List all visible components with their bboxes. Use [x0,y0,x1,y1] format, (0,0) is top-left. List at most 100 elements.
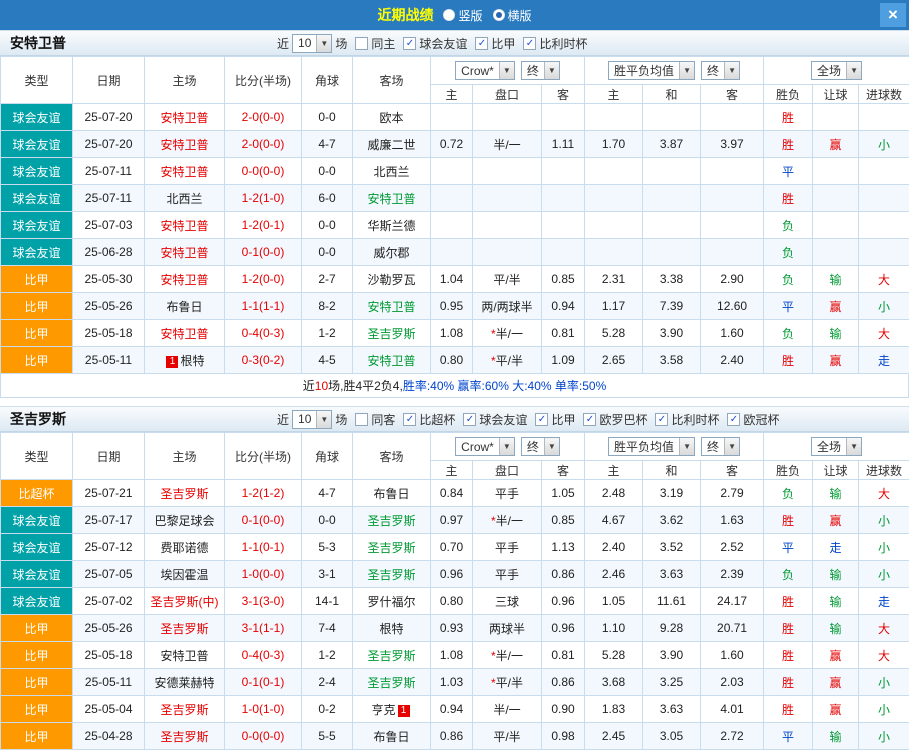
competition-filter[interactable]: ✓比超杯 [403,411,455,428]
odds-stage-dropdown[interactable]: 终▼ [521,61,560,80]
corners-cell: 0-0 [302,239,353,266]
team-name-text: 安特卫普 [160,111,208,125]
checkbox-icon[interactable]: ✓ [583,413,596,426]
checkbox-icon[interactable]: ✓ [523,37,536,50]
table-head: 类型日期主场比分(半场)角球客场Crow*▼终▼胜平负均值▼终▼全场▼主盘口客主… [1,433,909,480]
corners-cell: 0-0 [302,507,353,534]
score-cell: 1-0(0-0) [225,561,302,588]
recent-count-dropdown[interactable]: 10▼ [292,34,332,53]
team-name-text: 布鲁日 [373,487,409,501]
handicap-result-cell: 输 [813,723,859,750]
score-cell: 1-1(0-1) [225,534,302,561]
competition-filter[interactable]: ✓比利时杯 [523,35,587,52]
avg-dropdown[interactable]: 胜平负均值▼ [608,61,695,80]
home-team-cell: 安特卫普 [145,131,225,158]
checkbox-icon[interactable]: ✓ [655,413,668,426]
odds-stage-dropdown-value: 终 [522,438,544,455]
competition-filter[interactable]: ✓球会友谊 [463,411,527,428]
view-option-unselected[interactable]: 竖版 [433,7,482,24]
filter-label: 比超杯 [419,411,455,428]
column-header: 主 [431,461,473,480]
home-team-cell: 圣吉罗斯(中) [145,588,225,615]
section-header: 圣吉罗斯 近10▼场同客✓比超杯✓球会友谊✓比甲✓欧罗巴杯✓比利时杯✓欧冠杯 [0,406,909,432]
team-name-text: 安特卫普 [160,246,208,260]
odds-home-cell: 0.80 [431,347,473,374]
date-cell: 25-05-11 [73,347,145,374]
date-cell: 25-05-26 [73,615,145,642]
column-header: 客 [701,461,764,480]
result-cell: 胜 [764,669,813,696]
column-header: 盘口 [473,85,542,104]
avg-home-cell: 2.46 [585,561,643,588]
avg-stage-dropdown[interactable]: 终▼ [701,61,740,80]
result-cell: 负 [764,212,813,239]
home-team-cell: 埃因霍温 [145,561,225,588]
checkbox-icon[interactable]: ✓ [403,413,416,426]
column-header: 主 [585,461,643,480]
bookmaker-dropdown-value: Crow* [456,62,499,79]
column-header: 胜负 [764,461,813,480]
column-header: 角球 [302,57,353,104]
date-cell: 25-07-03 [73,212,145,239]
chevron-down-icon: ▼ [846,62,861,79]
line-text: 半/一 [496,514,523,528]
handicap-result-cell: 走 [813,534,859,561]
away-team-cell: 圣吉罗斯 [353,534,431,561]
view-option-selected[interactable]: 横版 [483,7,532,24]
corners-cell: 0-2 [302,696,353,723]
away-team-cell: 北西兰 [353,158,431,185]
checkbox-icon[interactable]: ✓ [535,413,548,426]
filter-label: 同主 [371,35,395,52]
odds-line-cell: 平/半 [473,723,542,750]
odds-line-cell: 半/一 [473,131,542,158]
competition-filter[interactable]: ✓比利时杯 [655,411,719,428]
dialog-titlebar: 近期战绩 竖版横版 × [0,0,909,30]
close-button[interactable]: × [880,3,906,27]
competition-filter[interactable]: ✓比甲 [475,35,515,52]
match-row: 球会友谊25-07-02圣吉罗斯(中)3-1(3-0)14-1罗什福尔0.80三… [1,588,909,615]
odds-away-cell [542,239,585,266]
competition-filter[interactable]: ✓欧冠杯 [727,411,779,428]
bookmaker-dropdown[interactable]: Crow*▼ [455,61,515,80]
avg-home-cell [585,158,643,185]
competition-filter[interactable]: ✓比甲 [535,411,575,428]
goals-result-cell: 大 [859,320,909,347]
type-cell: 比甲 [1,293,73,320]
score-cell: 0-1(0-0) [225,507,302,534]
recent-count-dropdown[interactable]: 10▼ [292,410,332,429]
odds-stage-dropdown[interactable]: 终▼ [521,437,560,456]
match-row: 球会友谊25-07-05埃因霍温1-0(0-0)3-1圣吉罗斯0.96平手0.8… [1,561,909,588]
home-team-cell: 安特卫普 [145,239,225,266]
home-team-cell: 圣吉罗斯 [145,696,225,723]
date-cell: 25-05-18 [73,642,145,669]
competition-filter[interactable]: 同客 [355,411,395,428]
column-header: 比分(半场) [225,57,302,104]
checkbox-icon[interactable]: ✓ [727,413,740,426]
filter-label: 欧罗巴杯 [599,411,647,428]
chevron-down-icon: ▼ [846,438,861,455]
chevron-down-icon: ▼ [679,62,694,79]
bookmaker-dropdown[interactable]: Crow*▼ [455,437,515,456]
checkbox-icon[interactable]: ✓ [463,413,476,426]
checkbox-icon[interactable] [355,37,368,50]
scope-dropdown[interactable]: 全场▼ [811,437,862,456]
competition-filter[interactable]: ✓球会友谊 [403,35,467,52]
handicap-result-cell: 输 [813,615,859,642]
competition-filter[interactable]: 同主 [355,35,395,52]
type-cell: 比甲 [1,642,73,669]
column-header: 日期 [73,57,145,104]
column-header: 客 [542,461,585,480]
avg-home-cell: 5.28 [585,642,643,669]
corners-cell: 0-0 [302,104,353,131]
avg-stage-dropdown[interactable]: 终▼ [701,437,740,456]
checkbox-icon[interactable]: ✓ [403,37,416,50]
avg-group-header: 胜平负均值▼ 终▼ [585,433,764,461]
type-cell: 比甲 [1,723,73,750]
scope-dropdown[interactable]: 全场▼ [811,61,862,80]
checkbox-icon[interactable]: ✓ [475,37,488,50]
checkbox-icon[interactable] [355,413,368,426]
line-text: 平/半 [496,354,523,368]
odds-home-cell: 0.93 [431,615,473,642]
competition-filter[interactable]: ✓欧罗巴杯 [583,411,647,428]
avg-dropdown[interactable]: 胜平负均值▼ [608,437,695,456]
